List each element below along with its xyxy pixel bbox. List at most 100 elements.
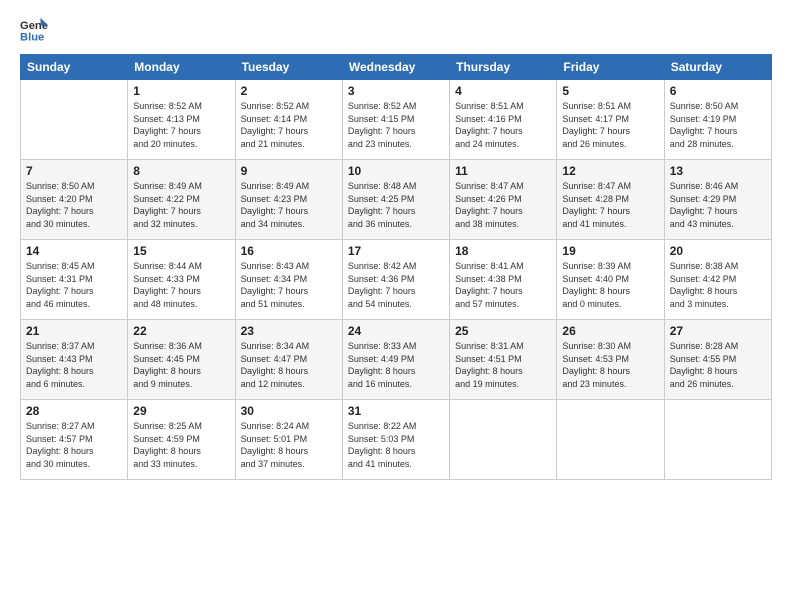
day-number: 8: [133, 164, 229, 178]
day-number: 5: [562, 84, 658, 98]
day-info: Sunrise: 8:33 AM Sunset: 4:49 PM Dayligh…: [348, 340, 444, 390]
calendar-cell: 22 Sunrise: 8:36 AM Sunset: 4:45 PM Dayli…: [128, 320, 235, 400]
day-number: 11: [455, 164, 551, 178]
calendar-cell: 18Sunrise: 8:41 AM Sunset: 4:38 PM Dayli…: [450, 240, 557, 320]
day-number: 9: [241, 164, 337, 178]
calendar-cell: 5 Sunrise: 8:51 AM Sunset: 4:17 PM Daylig…: [557, 80, 664, 160]
calendar-cell: [664, 400, 771, 480]
day-info: Sunrise: 8:52 AM Sunset: 4:15 PM Dayligh…: [348, 100, 444, 150]
calendar-cell: 10Sunrise: 8:48 AM Sunset: 4:25 PM Dayli…: [342, 160, 449, 240]
page: General Blue SundayMondayTuesdayWednesda…: [0, 0, 792, 612]
weekday-header-tuesday: Tuesday: [235, 55, 342, 80]
calendar-cell: 6Sunrise: 8:50 AM Sunset: 4:19 PM Daylig…: [664, 80, 771, 160]
day-info: Sunrise: 8:42 AM Sunset: 4:36 PM Dayligh…: [348, 260, 444, 310]
weekday-header-thursday: Thursday: [450, 55, 557, 80]
day-info: Sunrise: 8:52 AM Sunset: 4:14 PM Dayligh…: [241, 100, 337, 150]
calendar-cell: 19 Sunrise: 8:39 AM Sunset: 4:40 PM Dayli…: [557, 240, 664, 320]
calendar-cell: 29 Sunrise: 8:25 AM Sunset: 4:59 PM Dayli…: [128, 400, 235, 480]
logo: General Blue: [20, 16, 48, 44]
calendar-cell: 23Sunrise: 8:34 AM Sunset: 4:47 PM Dayli…: [235, 320, 342, 400]
day-number: 25: [455, 324, 551, 338]
day-number: 10: [348, 164, 444, 178]
day-number: 2: [241, 84, 337, 98]
day-info: Sunrise: 8:37 AM Sunset: 4:43 PM Dayligh…: [26, 340, 122, 390]
day-info: Sunrise: 8:44 AM Sunset: 4:33 PM Dayligh…: [133, 260, 229, 310]
day-info: Sunrise: 8:28 AM Sunset: 4:55 PM Dayligh…: [670, 340, 766, 390]
day-info: Sunrise: 8:38 AM Sunset: 4:42 PM Dayligh…: [670, 260, 766, 310]
day-info: Sunrise: 8:25 AM Sunset: 4:59 PM Dayligh…: [133, 420, 229, 470]
calendar-cell: 28 Sunrise: 8:27 AM Sunset: 4:57 PM Dayli…: [21, 400, 128, 480]
day-number: 28: [26, 404, 122, 418]
day-number: 16: [241, 244, 337, 258]
calendar-cell: 27 Sunrise: 8:28 AM Sunset: 4:55 PM Dayli…: [664, 320, 771, 400]
svg-text:Blue: Blue: [20, 31, 44, 43]
day-info: Sunrise: 8:51 AM Sunset: 4:17 PM Dayligh…: [562, 100, 658, 150]
day-number: 15: [133, 244, 229, 258]
day-info: Sunrise: 8:36 AM Sunset: 4:45 PM Dayligh…: [133, 340, 229, 390]
day-number: 29: [133, 404, 229, 418]
calendar-cell: 1 Sunrise: 8:52 AM Sunset: 4:13 PM Daylig…: [128, 80, 235, 160]
weekday-header-row: SundayMondayTuesdayWednesdayThursdayFrid…: [21, 55, 772, 80]
week-row-2: 14 Sunrise: 8:45 AM Sunset: 4:31 PM Dayli…: [21, 240, 772, 320]
day-info: Sunrise: 8:47 AM Sunset: 4:26 PM Dayligh…: [455, 180, 551, 230]
weekday-header-sunday: Sunday: [21, 55, 128, 80]
day-info: Sunrise: 8:30 AM Sunset: 4:53 PM Dayligh…: [562, 340, 658, 390]
day-info: Sunrise: 8:43 AM Sunset: 4:34 PM Dayligh…: [241, 260, 337, 310]
day-number: 23: [241, 324, 337, 338]
day-number: 22: [133, 324, 229, 338]
calendar-cell: 8 Sunrise: 8:49 AM Sunset: 4:22 PM Daylig…: [128, 160, 235, 240]
day-number: 13: [670, 164, 766, 178]
calendar-cell: 31Sunrise: 8:22 AM Sunset: 5:03 PM Dayli…: [342, 400, 449, 480]
weekday-header-wednesday: Wednesday: [342, 55, 449, 80]
day-number: 12: [562, 164, 658, 178]
calendar-cell: 24 Sunrise: 8:33 AM Sunset: 4:49 PM Dayli…: [342, 320, 449, 400]
calendar-cell: [450, 400, 557, 480]
day-info: Sunrise: 8:51 AM Sunset: 4:16 PM Dayligh…: [455, 100, 551, 150]
day-number: 27: [670, 324, 766, 338]
week-row-1: 7Sunrise: 8:50 AM Sunset: 4:20 PM Daylig…: [21, 160, 772, 240]
calendar-cell: 17Sunrise: 8:42 AM Sunset: 4:36 PM Dayli…: [342, 240, 449, 320]
day-info: Sunrise: 8:27 AM Sunset: 4:57 PM Dayligh…: [26, 420, 122, 470]
calendar-cell: 2 Sunrise: 8:52 AM Sunset: 4:14 PM Daylig…: [235, 80, 342, 160]
day-info: Sunrise: 8:45 AM Sunset: 4:31 PM Dayligh…: [26, 260, 122, 310]
calendar-cell: 12 Sunrise: 8:47 AM Sunset: 4:28 PM Dayli…: [557, 160, 664, 240]
day-info: Sunrise: 8:50 AM Sunset: 4:19 PM Dayligh…: [670, 100, 766, 150]
header: General Blue: [20, 16, 772, 44]
day-number: 24: [348, 324, 444, 338]
weekday-header-friday: Friday: [557, 55, 664, 80]
weekday-header-saturday: Saturday: [664, 55, 771, 80]
calendar-cell: 15 Sunrise: 8:44 AM Sunset: 4:33 PM Dayli…: [128, 240, 235, 320]
logo-icon: General Blue: [20, 16, 48, 44]
day-number: 21: [26, 324, 122, 338]
day-info: Sunrise: 8:31 AM Sunset: 4:51 PM Dayligh…: [455, 340, 551, 390]
week-row-0: 1 Sunrise: 8:52 AM Sunset: 4:13 PM Daylig…: [21, 80, 772, 160]
day-number: 19: [562, 244, 658, 258]
day-info: Sunrise: 8:49 AM Sunset: 4:23 PM Dayligh…: [241, 180, 337, 230]
day-info: Sunrise: 8:41 AM Sunset: 4:38 PM Dayligh…: [455, 260, 551, 310]
day-number: 1: [133, 84, 229, 98]
calendar-cell: 14 Sunrise: 8:45 AM Sunset: 4:31 PM Dayli…: [21, 240, 128, 320]
calendar-cell: 7Sunrise: 8:50 AM Sunset: 4:20 PM Daylig…: [21, 160, 128, 240]
day-number: 3: [348, 84, 444, 98]
day-info: Sunrise: 8:24 AM Sunset: 5:01 PM Dayligh…: [241, 420, 337, 470]
calendar-cell: 26Sunrise: 8:30 AM Sunset: 4:53 PM Dayli…: [557, 320, 664, 400]
day-info: Sunrise: 8:47 AM Sunset: 4:28 PM Dayligh…: [562, 180, 658, 230]
calendar-cell: 16 Sunrise: 8:43 AM Sunset: 4:34 PM Dayli…: [235, 240, 342, 320]
day-number: 4: [455, 84, 551, 98]
day-info: Sunrise: 8:46 AM Sunset: 4:29 PM Dayligh…: [670, 180, 766, 230]
week-row-4: 28 Sunrise: 8:27 AM Sunset: 4:57 PM Dayli…: [21, 400, 772, 480]
calendar-cell: [557, 400, 664, 480]
day-info: Sunrise: 8:52 AM Sunset: 4:13 PM Dayligh…: [133, 100, 229, 150]
day-info: Sunrise: 8:49 AM Sunset: 4:22 PM Dayligh…: [133, 180, 229, 230]
day-number: 14: [26, 244, 122, 258]
day-info: Sunrise: 8:22 AM Sunset: 5:03 PM Dayligh…: [348, 420, 444, 470]
week-row-3: 21 Sunrise: 8:37 AM Sunset: 4:43 PM Dayli…: [21, 320, 772, 400]
day-info: Sunrise: 8:39 AM Sunset: 4:40 PM Dayligh…: [562, 260, 658, 310]
calendar-cell: 4 Sunrise: 8:51 AM Sunset: 4:16 PM Daylig…: [450, 80, 557, 160]
calendar-cell: 11 Sunrise: 8:47 AM Sunset: 4:26 PM Dayli…: [450, 160, 557, 240]
day-number: 7: [26, 164, 122, 178]
calendar-cell: 25 Sunrise: 8:31 AM Sunset: 4:51 PM Dayli…: [450, 320, 557, 400]
calendar-cell: 21 Sunrise: 8:37 AM Sunset: 4:43 PM Dayli…: [21, 320, 128, 400]
calendar-cell: 13 Sunrise: 8:46 AM Sunset: 4:29 PM Dayli…: [664, 160, 771, 240]
day-number: 20: [670, 244, 766, 258]
